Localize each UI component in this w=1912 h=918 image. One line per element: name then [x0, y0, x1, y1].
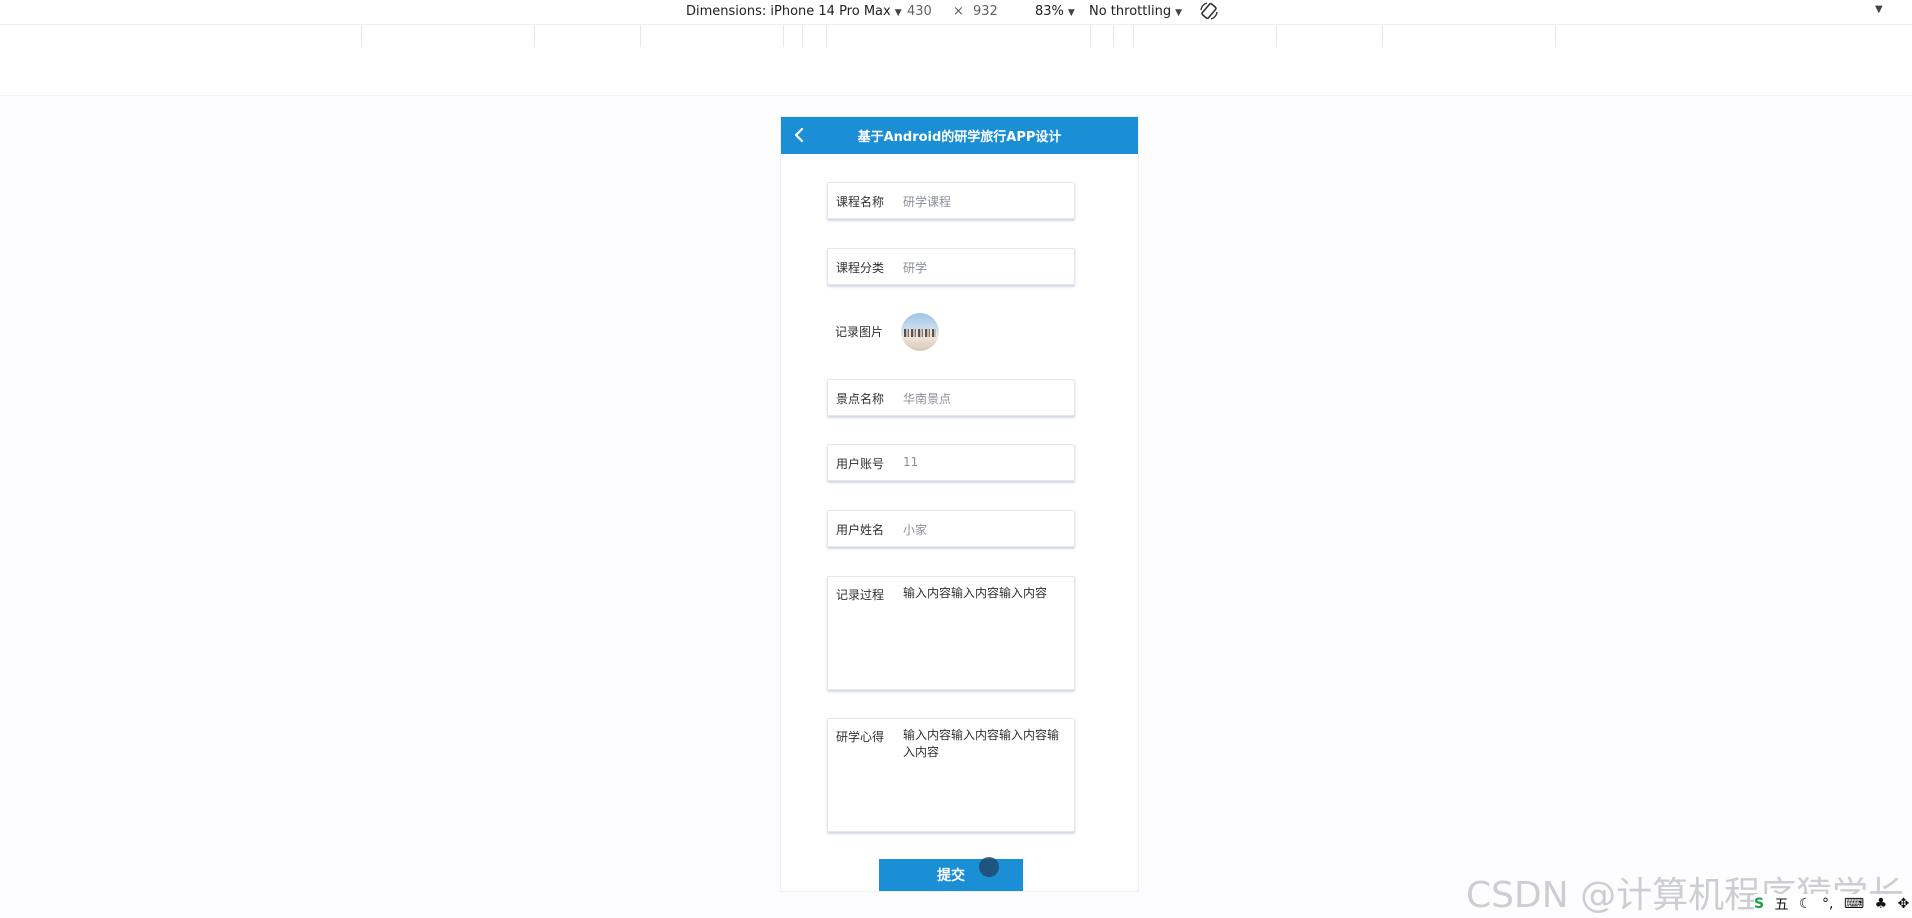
spot-name-input[interactable]: 华南景点	[903, 390, 951, 407]
record-process-label: 记录过程	[836, 588, 885, 602]
study-notes-label: 研学心得	[836, 730, 885, 744]
zoom-label: 83%	[1035, 4, 1064, 19]
system-tray: S 五 ☾ °, ⌨ ♣ ✥	[1754, 894, 1912, 916]
grid-icon[interactable]: ✥	[1898, 896, 1910, 912]
course-category-select[interactable]: 研学	[903, 259, 927, 276]
devtools-device-toolbar: Dimensions: iPhone 14 Pro Max ▼ 430 × 932…	[0, 0, 1912, 24]
ruler-tick	[1113, 25, 1114, 47]
record-image-field: 记录图片	[827, 313, 1075, 351]
record-image-thumbnail[interactable]	[901, 313, 939, 351]
page-title: 基于Android的研学旅行APP设计	[857, 130, 1062, 145]
ruler-tick	[361, 25, 362, 47]
course-name-input[interactable]: 研学课程	[903, 193, 951, 210]
times-sign: ×	[953, 4, 964, 19]
submit-button[interactable]: 提交	[879, 859, 1023, 891]
height-input[interactable]: 932	[973, 4, 998, 19]
record-process-field[interactable]: 记录过程 输入内容输入内容输入内容	[827, 576, 1075, 690]
user-name-label: 用户姓名	[836, 523, 885, 537]
course-category-field[interactable]: 课程分类 研学	[827, 248, 1075, 285]
dimensions-dropdown[interactable]: Dimensions: iPhone 14 Pro Max ▼	[686, 4, 902, 19]
course-name-field[interactable]: 课程名称 研学课程	[827, 182, 1075, 219]
punctuation-icon[interactable]: °,	[1822, 896, 1833, 912]
rotate-icon[interactable]	[1199, 1, 1219, 21]
keyboard-icon[interactable]: ⌨	[1844, 896, 1864, 912]
ime-mode-label[interactable]: 五	[1775, 894, 1789, 914]
media-query-ruler	[0, 24, 1912, 48]
record-process-textarea[interactable]: 输入内容输入内容输入内容	[903, 585, 1068, 602]
course-name-label: 课程名称	[836, 195, 885, 209]
throttling-label: No throttling	[1089, 4, 1172, 19]
ruler-tick	[802, 25, 803, 47]
spot-name-field[interactable]: 景点名称 华南景点	[827, 379, 1075, 416]
image-crowd-detail	[904, 329, 936, 337]
phone-viewport: 基于Android的研学旅行APP设计 课程名称 研学课程 课程分类 研学 记录…	[780, 116, 1139, 892]
course-category-label: 课程分类	[836, 261, 885, 275]
ruler-tick	[783, 25, 784, 47]
spot-name-label: 景点名称	[836, 392, 885, 406]
more-options-icon[interactable]: ▼	[1875, 4, 1883, 15]
throttling-dropdown[interactable]: No throttling ▼	[1089, 4, 1182, 19]
dimensions-label: Dimensions: iPhone 14 Pro Max	[686, 4, 891, 19]
study-notes-field[interactable]: 研学心得 输入内容输入内容输入内容输入内容	[827, 718, 1075, 832]
width-input[interactable]: 430	[907, 4, 932, 19]
shirt-icon[interactable]: ♣	[1875, 896, 1888, 912]
chevron-down-icon: ▼	[894, 8, 902, 18]
record-image-label: 记录图片	[835, 325, 884, 339]
ruler-tick	[1090, 25, 1091, 47]
mouse-cursor	[979, 857, 999, 877]
ruler-tick	[534, 25, 535, 47]
ruler-area	[0, 47, 1912, 96]
ruler-tick	[640, 25, 641, 47]
app-header: 基于Android的研学旅行APP设计	[781, 117, 1138, 154]
zoom-dropdown[interactable]: 83% ▼	[1035, 4, 1075, 19]
ruler-tick	[1382, 25, 1383, 47]
ruler-tick	[1276, 25, 1277, 47]
chevron-down-icon: ▼	[1175, 8, 1182, 18]
user-account-field[interactable]: 用户账号 11	[827, 444, 1075, 481]
chevron-down-icon: ▼	[1067, 8, 1075, 18]
ime-logo-icon[interactable]: S	[1754, 896, 1764, 912]
user-account-input[interactable]: 11	[903, 455, 918, 469]
user-account-label: 用户账号	[836, 457, 885, 471]
ruler-tick	[1555, 25, 1556, 47]
ruler-tick	[826, 25, 827, 47]
ruler-tick	[1133, 25, 1134, 47]
user-name-input[interactable]: 小家	[903, 521, 927, 538]
user-name-field[interactable]: 用户姓名 小家	[827, 510, 1075, 547]
study-notes-textarea[interactable]: 输入内容输入内容输入内容输入内容	[903, 727, 1068, 761]
moon-icon[interactable]: ☾	[1799, 896, 1812, 912]
